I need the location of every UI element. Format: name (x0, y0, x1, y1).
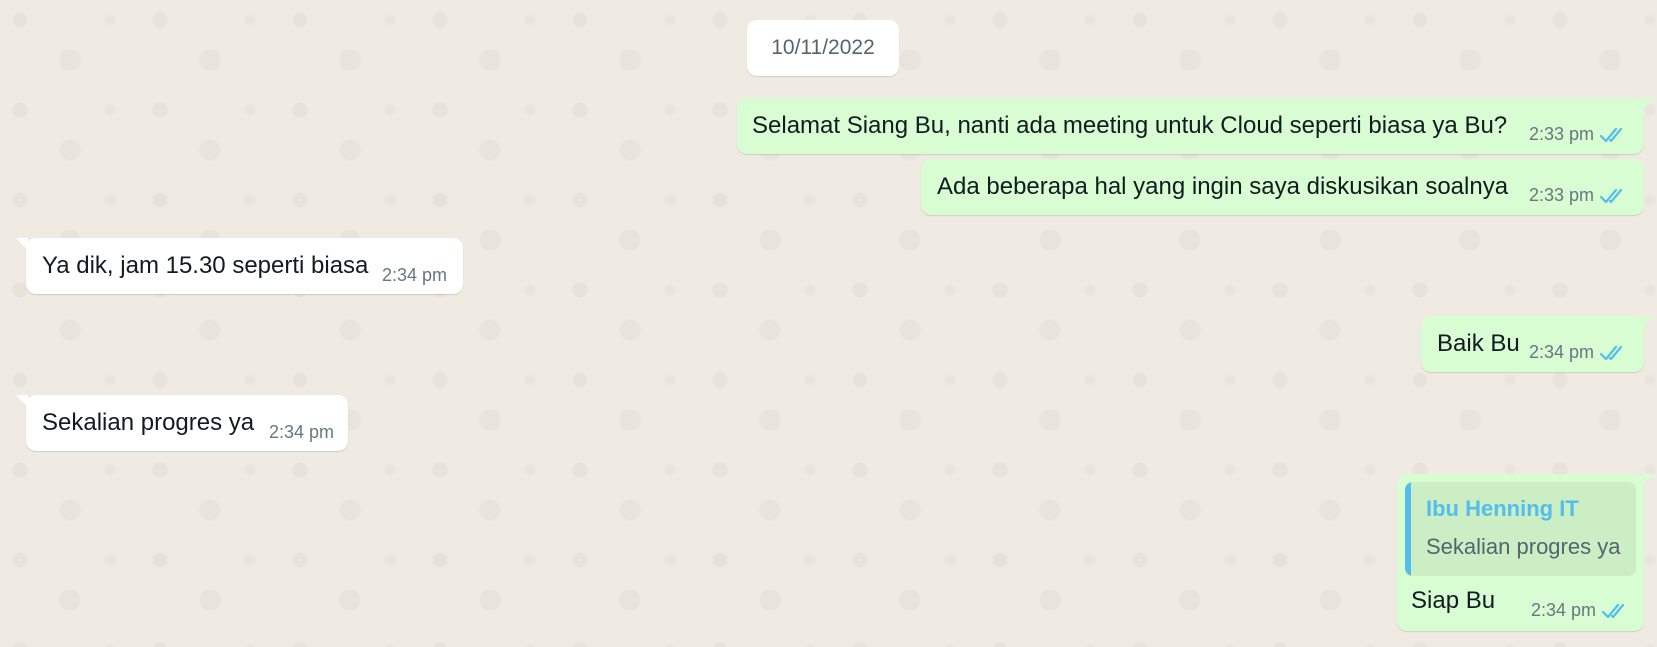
message-bubble-outgoing[interactable]: Ada beberapa hal yang ingin saya diskusi… (921, 159, 1644, 215)
message-meta: 2:33 pm (1529, 185, 1628, 206)
bubble-tail (16, 238, 28, 250)
message-meta: 2:33 pm (1529, 124, 1628, 145)
message-time: 2:34 pm (1529, 342, 1595, 362)
bubble-tail (1642, 474, 1654, 486)
message-time: 2:34 pm (1531, 600, 1597, 620)
date-label: 10/11/2022 (771, 36, 875, 59)
message-text: Selamat Siang Bu, nanti ada meeting untu… (752, 112, 1508, 139)
bubble-tail (1642, 316, 1654, 328)
double-check-icon (1600, 188, 1623, 203)
message-text: Ada beberapa hal yang ingin saya diskusi… (937, 173, 1509, 200)
message-meta: 2:34 pm (1529, 342, 1628, 363)
quote-accent-bar (1405, 482, 1411, 576)
double-check-icon (1600, 345, 1623, 360)
message-bubble-outgoing[interactable]: Selamat Siang Bu, nanti ada meeting untu… (737, 98, 1654, 154)
message-text: Sekalian progres ya (42, 409, 255, 436)
double-check-icon (1600, 127, 1623, 142)
message-bubble-outgoing-reply[interactable]: Ibu Henning IT Sekalian progres ya Siap … (1397, 474, 1654, 631)
message-time: 2:34 pm (382, 265, 448, 285)
message-time: 2:33 pm (1529, 185, 1595, 205)
message-text: Siap Bu (1411, 587, 1496, 614)
double-check-icon (1602, 603, 1625, 618)
message-bubble-outgoing[interactable]: Baik Bu 2:34 pm (1421, 316, 1654, 372)
message-meta: 2:34 pm (1531, 600, 1630, 621)
bubble-tail (16, 395, 28, 407)
message-text: Ya dik, jam 15.30 seperti biasa (42, 252, 369, 279)
message-time: 2:34 pm (269, 422, 335, 442)
message-text: Baik Bu (1437, 330, 1520, 357)
message-bubble-incoming[interactable]: Sekalian progres ya 2:34 pm (16, 395, 348, 451)
quoted-text: Sekalian progres ya (1426, 534, 1621, 559)
message-meta: 2:34 pm (269, 422, 334, 443)
quoted-message[interactable]: Ibu Henning IT Sekalian progres ya (1405, 482, 1636, 576)
message-meta: 2:34 pm (382, 265, 447, 286)
quoted-sender: Ibu Henning IT (1426, 496, 1579, 521)
message-bubble-incoming[interactable]: Ya dik, jam 15.30 seperti biasa 2:34 pm (16, 238, 463, 294)
date-separator: 10/11/2022 (747, 20, 899, 76)
message-time: 2:33 pm (1529, 124, 1595, 144)
bubble-tail (1642, 98, 1654, 110)
